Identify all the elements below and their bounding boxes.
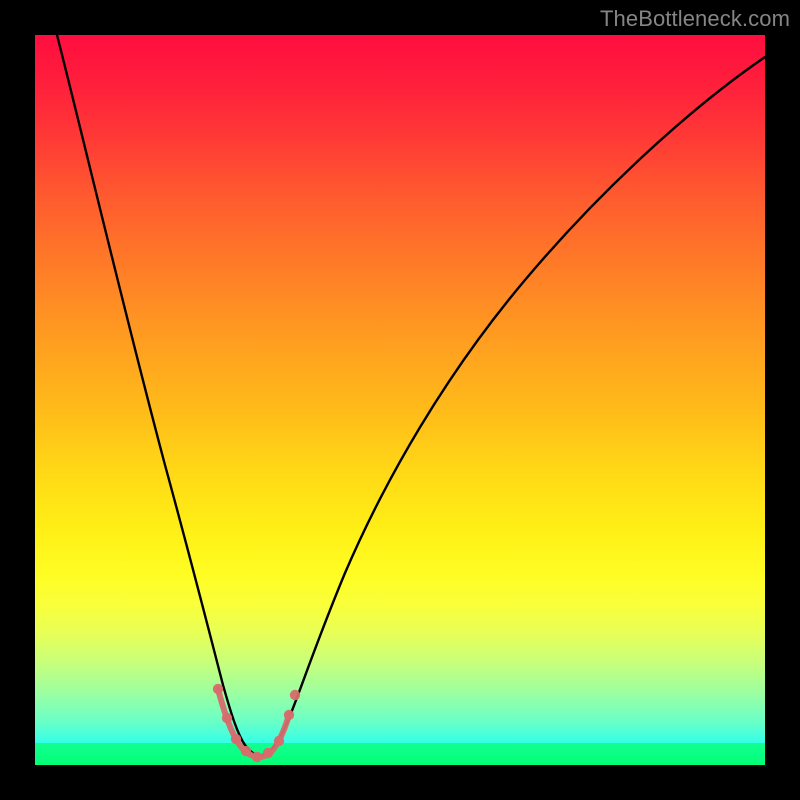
marker-dot xyxy=(252,752,262,762)
watermark-text: TheBottleneck.com xyxy=(600,6,790,32)
curve-svg xyxy=(35,35,765,765)
chart-frame: TheBottleneck.com xyxy=(0,0,800,800)
bottleneck-curve xyxy=(57,35,765,756)
marker-dot xyxy=(241,746,251,756)
marker-dot xyxy=(213,684,223,694)
marker-dot xyxy=(231,734,241,744)
marker-dot xyxy=(222,713,232,723)
marker-trough-line xyxy=(218,689,289,757)
plot-area xyxy=(35,35,765,765)
marker-dot xyxy=(274,736,284,746)
marker-dot xyxy=(284,710,294,720)
marker-dot xyxy=(290,690,300,700)
marker-dot xyxy=(263,748,273,758)
